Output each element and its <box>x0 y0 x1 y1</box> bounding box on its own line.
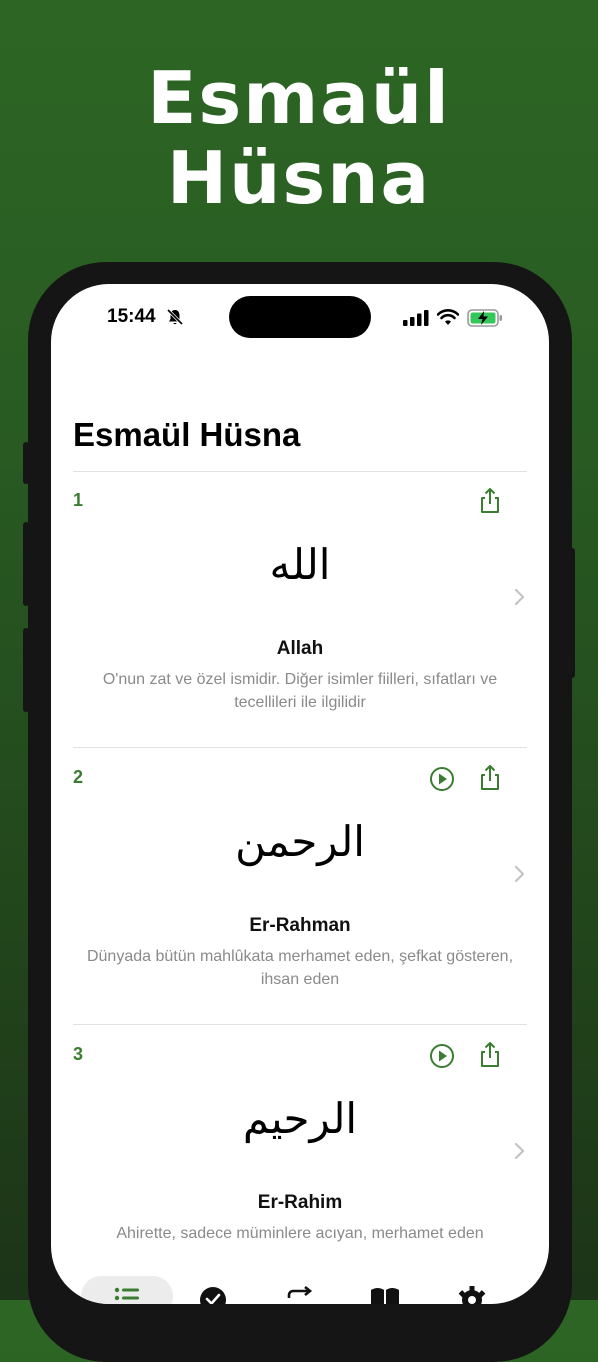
hero-title-line1: Esmaül <box>147 56 451 140</box>
item-divider <box>73 1024 527 1025</box>
hero-title-line2: Hüsna <box>166 136 432 220</box>
arabic-name: الرحمن <box>235 817 365 866</box>
tab-repeat[interactable] <box>285 1286 315 1304</box>
name-transliteration: Er-Rahim <box>257 1192 343 1213</box>
chevron-right-icon <box>514 588 525 606</box>
play-icon[interactable] <box>428 1042 456 1070</box>
name-card[interactable]: 1 الله Allah O'nun zat ve özel ismidir. … <box>73 472 527 748</box>
bell-slash-icon <box>166 308 184 326</box>
name-description: Ahirette, sadece müminlere acıyan, merha… <box>116 1225 484 1242</box>
dynamic-island <box>229 296 371 338</box>
name-transliteration: Allah <box>276 638 324 659</box>
volume-up-button <box>23 522 29 606</box>
phone-screen: 15:44 Esmaül Hüsna 1 الله Allah O'nun za… <box>51 284 549 1304</box>
tab-book[interactable] <box>369 1286 401 1304</box>
name-number: 3 <box>73 1044 84 1064</box>
share-icon[interactable] <box>475 763 505 793</box>
name-number: 2 <box>73 767 84 787</box>
name-description: O'nun zat ve özel ismidir. Diğer isimler… <box>102 671 498 711</box>
tab-settings[interactable] <box>457 1286 487 1304</box>
power-button <box>569 548 575 678</box>
volume-down-button <box>23 628 29 712</box>
tab-list[interactable] <box>113 1286 141 1304</box>
status-time: 15:44 <box>107 306 156 327</box>
mute-switch <box>23 442 29 484</box>
name-number: 1 <box>73 490 84 510</box>
name-card[interactable]: 3 الرحيم Er-Rahim Ahirette, sadece mümin… <box>73 1026 527 1302</box>
play-icon[interactable] <box>428 765 456 793</box>
name-card[interactable]: 2 الرحمن Er-Rahman Dünyada bütün mahlûka… <box>73 749 527 1025</box>
arabic-name: الله <box>269 540 331 589</box>
cellular-signal-icon <box>403 310 429 326</box>
chevron-right-icon <box>514 865 525 883</box>
name-transliteration: Er-Rahman <box>249 915 351 936</box>
wifi-icon <box>437 309 459 325</box>
share-icon[interactable] <box>475 1040 505 1070</box>
page-title: Esmaül Hüsna <box>73 416 301 453</box>
share-icon[interactable] <box>475 486 505 516</box>
tab-checkmark[interactable] <box>199 1286 227 1304</box>
hero-title: Esmaül Hüsna <box>0 58 598 218</box>
arabic-name: الرحيم <box>242 1094 358 1143</box>
battery-charging-icon <box>467 309 502 327</box>
item-divider <box>73 747 527 748</box>
chevron-right-icon <box>514 1142 525 1160</box>
name-description: Dünyada bütün mahlûkata merhamet eden, ş… <box>86 948 514 988</box>
